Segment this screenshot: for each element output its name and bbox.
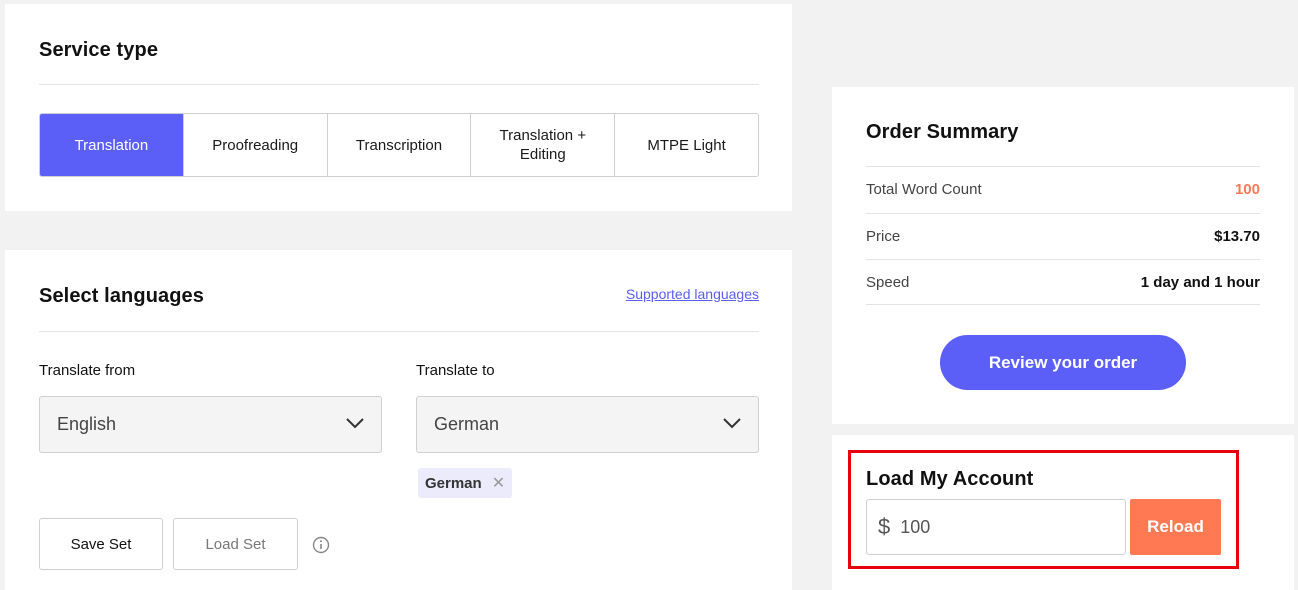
tab-translation-editing[interactable]: Translation + Editing xyxy=(471,114,616,176)
load-set-button[interactable]: Load Set xyxy=(173,518,298,570)
chevron-down-icon xyxy=(346,418,364,429)
languages-card: Select languages Supported languages Tra… xyxy=(5,250,792,590)
chip-label: German xyxy=(425,474,482,492)
supported-languages-link[interactable]: Supported languages xyxy=(626,286,759,302)
info-icon[interactable] xyxy=(312,536,330,554)
order-summary-card: Order Summary Total Word Count 100 Price… xyxy=(832,87,1294,424)
target-language-chip: German ✕ xyxy=(418,468,513,498)
word-count-label: Total Word Count xyxy=(866,181,982,198)
tab-transcription[interactable]: Transcription xyxy=(327,114,472,176)
translate-to-select[interactable]: German xyxy=(416,396,759,453)
translate-from-select[interactable]: English xyxy=(39,396,382,453)
tab-mtpe-light[interactable]: MTPE Light xyxy=(615,114,758,176)
price-value: $13.70 xyxy=(1214,228,1260,245)
languages-title: Select languages xyxy=(39,285,204,307)
service-tabs: Translation Proofreading Transcription T… xyxy=(39,113,759,177)
divider xyxy=(39,84,759,85)
review-order-button[interactable]: Review your order xyxy=(940,335,1186,390)
highlight-box xyxy=(848,450,1239,569)
service-type-card: Service type Translation Proofreading Tr… xyxy=(5,4,792,211)
speed-value: 1 day and 1 hour xyxy=(1140,273,1260,291)
translate-to-value: German xyxy=(434,414,500,434)
tab-proofreading[interactable]: Proofreading xyxy=(183,114,328,176)
translate-from-value: English xyxy=(57,414,117,434)
price-label: Price xyxy=(866,228,901,245)
tab-translation[interactable]: Translation xyxy=(40,114,184,176)
order-summary-title: Order Summary xyxy=(866,121,1019,143)
close-icon[interactable]: ✕ xyxy=(492,473,505,493)
divider xyxy=(39,331,759,332)
service-type-title: Service type xyxy=(39,39,159,61)
translate-to-label: Translate to xyxy=(416,362,495,379)
price-row: Price $13.70 xyxy=(866,213,1260,259)
speed-row: Speed 1 day and 1 hour xyxy=(866,259,1260,305)
word-count-value: 100 xyxy=(1234,181,1260,198)
translate-from-label: Translate from xyxy=(39,362,136,379)
word-count-row: Total Word Count 100 xyxy=(866,166,1260,212)
speed-label: Speed xyxy=(866,273,910,291)
save-set-button[interactable]: Save Set xyxy=(39,518,163,570)
chevron-down-icon xyxy=(723,418,741,429)
